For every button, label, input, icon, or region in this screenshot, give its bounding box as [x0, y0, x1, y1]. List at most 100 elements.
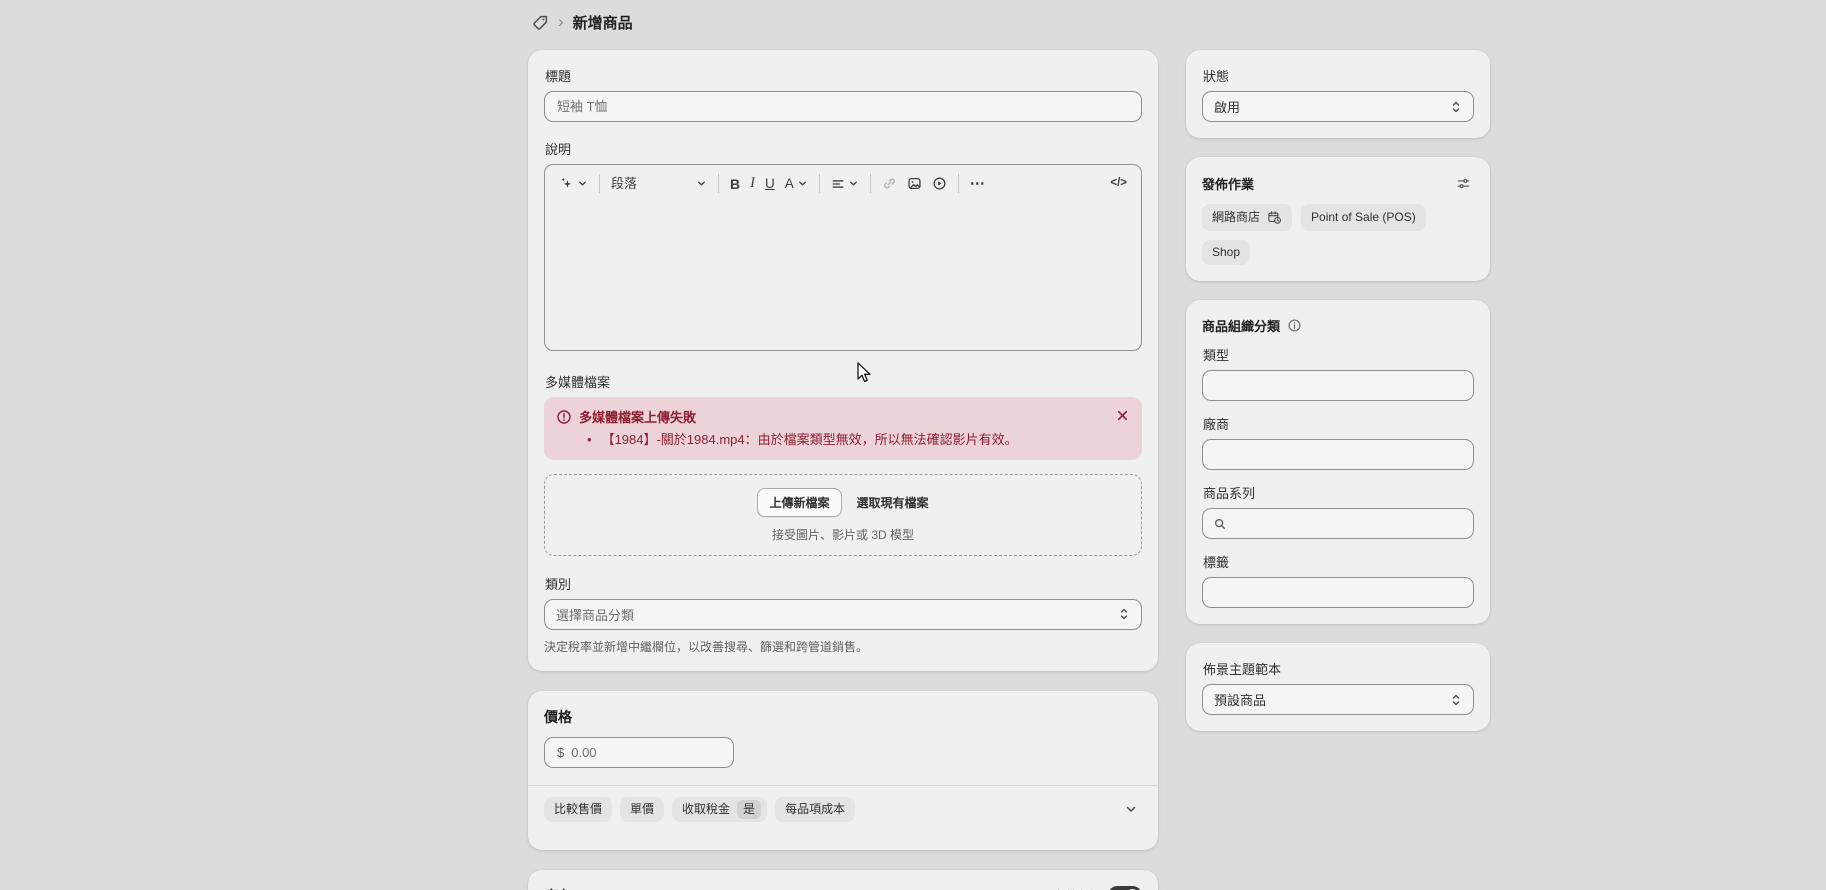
unit-price-chip[interactable]: 單價: [620, 797, 664, 822]
status-label: 狀態: [1203, 66, 1474, 85]
toolbar-divider: [599, 174, 600, 193]
charge-tax-value: 是: [737, 800, 761, 819]
status-select[interactable]: 啟用: [1202, 91, 1474, 122]
publishing-title: 發佈作業: [1202, 174, 1254, 193]
compare-at-price-chip[interactable]: 比較售價: [544, 797, 612, 822]
editor-toolbar: 段落 B I U A: [545, 165, 1141, 202]
show-html-button[interactable]: </>: [1105, 174, 1132, 194]
sales-channels: 網路商店 Point of Sale (POS) Shop: [1202, 204, 1474, 265]
description-textarea[interactable]: [545, 202, 1141, 350]
cost-per-item-chip[interactable]: 每品項成本: [775, 797, 855, 822]
chevron-right-icon: ›: [558, 13, 564, 32]
insert-video-button[interactable]: [927, 172, 952, 195]
type-input[interactable]: [1202, 370, 1474, 401]
select-updown-icon: [1450, 693, 1462, 707]
underline-button[interactable]: U: [760, 173, 780, 195]
media-dropzone[interactable]: 上傳新檔案 選取現有檔案 接受圖片、影片或 3D 模型: [544, 474, 1142, 556]
alignment-dropdown[interactable]: [826, 173, 864, 195]
organization-title: 商品組織分類: [1202, 316, 1280, 335]
vendor-input[interactable]: [1202, 439, 1474, 470]
status-card: 狀態 啟用: [1186, 50, 1490, 138]
collections-input[interactable]: [1234, 516, 1463, 531]
description-label: 說明: [545, 139, 1142, 158]
inventory-heading: 庫存: [544, 886, 572, 890]
toolbar-divider: [870, 174, 871, 193]
charge-tax-chip[interactable]: 收取稅金 是: [672, 797, 767, 822]
text-color-button[interactable]: A: [780, 173, 813, 195]
category-select[interactable]: 選擇商品分類: [544, 599, 1142, 630]
category-label: 類別: [545, 574, 1142, 593]
align-left-icon: [831, 177, 845, 191]
collapse-pricing-options-button[interactable]: [1120, 798, 1142, 820]
currency-prefix: $: [557, 745, 564, 760]
italic-button[interactable]: I: [745, 172, 760, 195]
insert-image-button[interactable]: [902, 172, 927, 195]
channel-shop-chip[interactable]: Shop: [1202, 240, 1250, 265]
ai-magic-button[interactable]: [554, 172, 593, 195]
dropzone-helper-text: 接受圖片、影片或 3D 模型: [557, 526, 1129, 543]
bold-button[interactable]: B: [725, 173, 745, 195]
more-options-button[interactable]: ⋯: [965, 172, 991, 195]
error-detail-item: • 【1984】-關於1984.mp4：由於檔案類型無效，所以無法確認影片有效。: [556, 431, 1130, 449]
type-label: 類型: [1203, 345, 1474, 364]
page-title: 新增商品: [573, 12, 633, 33]
chevron-down-icon: [848, 178, 859, 189]
info-icon[interactable]: [1287, 318, 1302, 333]
settings-sliders-icon: [1456, 176, 1471, 191]
alert-circle-icon: [556, 409, 572, 425]
image-icon: [907, 176, 922, 191]
toolbar-divider: [718, 174, 719, 193]
publishing-settings-button[interactable]: [1453, 173, 1474, 194]
title-input[interactable]: [544, 91, 1142, 122]
product-details-card: 標題 說明: [528, 50, 1158, 671]
tag-icon[interactable]: [532, 14, 549, 31]
collections-label: 商品系列: [1203, 483, 1474, 502]
pricing-options-footer: 比較售價 單價 收取稅金 是 每品項成本: [528, 785, 1158, 834]
chevron-down-icon: [696, 178, 707, 189]
search-icon: [1213, 517, 1227, 531]
price-input[interactable]: [571, 745, 721, 760]
toolbar-divider: [958, 174, 959, 193]
sparkles-icon: [559, 176, 574, 191]
media-upload-error-banner: 多媒體檔案上傳失敗 • 【1984】-關於1984.mp4：由於檔案類型無效，所…: [544, 397, 1142, 460]
close-icon: [1116, 409, 1129, 422]
chevron-down-icon: [577, 178, 588, 189]
link-icon: [882, 176, 897, 191]
theme-template-label: 佈景主題範本: [1203, 659, 1474, 678]
main-column: 標題 說明: [528, 50, 1158, 890]
category-helper-text: 決定稅率並新增中繼欄位，以改善搜尋、篩選和跨管道銷售。: [544, 638, 1142, 655]
select-updown-icon: [1118, 607, 1130, 621]
vendor-label: 廠商: [1203, 414, 1474, 433]
select-existing-file-button[interactable]: 選取現有檔案: [857, 494, 929, 511]
paragraph-style-dropdown[interactable]: 段落: [606, 173, 712, 194]
chevron-down-icon: [797, 178, 808, 189]
price-input-group: $: [544, 737, 734, 768]
pricing-heading: 價格: [544, 707, 1142, 727]
sidebar: 狀態 啟用 發佈作業: [1186, 50, 1490, 731]
publishing-card: 發佈作業 網路商店: [1186, 157, 1490, 281]
channel-online-store-chip[interactable]: 網路商店: [1202, 204, 1292, 231]
select-updown-icon: [1450, 100, 1462, 114]
channel-pos-chip[interactable]: Point of Sale (POS): [1301, 204, 1426, 231]
play-circle-icon: [932, 176, 947, 191]
bullet: •: [587, 431, 592, 449]
collections-search-input[interactable]: [1202, 508, 1474, 539]
dismiss-error-button[interactable]: [1112, 405, 1133, 426]
description-editor: 段落 B I U A: [544, 164, 1142, 351]
pricing-card: 價格 $ 比較售價 單價 收取稅金 是 每品項成本: [528, 691, 1158, 850]
title-label: 標題: [545, 66, 1142, 85]
error-title: 多媒體檔案上傳失敗: [579, 407, 696, 426]
toolbar-divider: [819, 174, 820, 193]
organization-card: 商品組織分類 類型 廠商 商品系列: [1186, 300, 1490, 624]
add-product-page: › 新增商品 標題 說明: [0, 0, 1826, 890]
theme-template-card: 佈景主題範本 預設商品: [1186, 643, 1490, 731]
track-inventory-toggle[interactable]: [1108, 886, 1142, 890]
link-button[interactable]: [877, 172, 902, 195]
upload-new-file-button[interactable]: 上傳新檔案: [757, 488, 841, 517]
tags-input[interactable]: [1202, 577, 1474, 608]
tags-label: 標籤: [1203, 552, 1474, 571]
theme-template-select[interactable]: 預設商品: [1202, 684, 1474, 715]
scheduled-calendar-icon: [1267, 210, 1282, 225]
chevron-down-icon: [1124, 802, 1138, 816]
media-label: 多媒體檔案: [545, 372, 1142, 391]
